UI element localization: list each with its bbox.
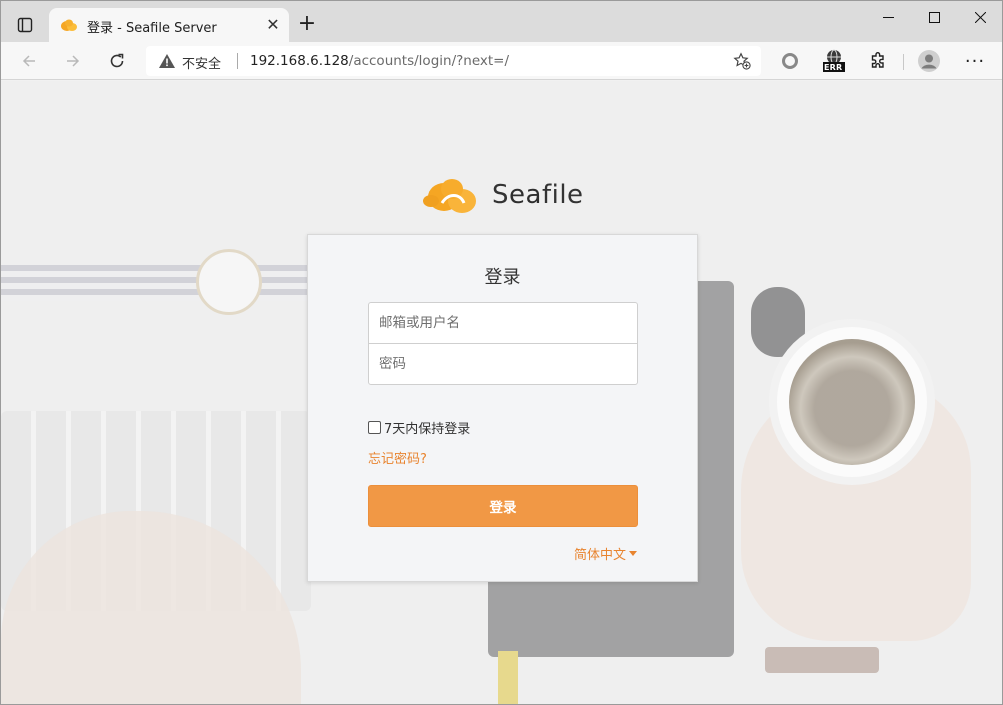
tab-strip: 登录 - Seafile Server ✕ +	[1, 1, 1002, 42]
url-host: 192.168.6.128	[250, 53, 349, 69]
reload-button[interactable]	[102, 46, 132, 76]
remember-me[interactable]: 7天内保持登录	[368, 418, 470, 437]
tab-actions-button[interactable]	[9, 10, 41, 40]
background-watch	[196, 249, 262, 315]
extension-err-button[interactable]: ERR	[821, 48, 847, 74]
background-watch-strap	[1, 265, 321, 301]
language-label[interactable]: 简体中文	[574, 544, 626, 563]
seafile-cloud-icon	[423, 179, 476, 213]
extension-circle-button[interactable]	[777, 48, 803, 74]
forgot-password-link[interactable]: 忘记密码?	[368, 448, 427, 467]
page-viewport: Seafile 登录 7天内保持登录 忘记密码? 登录 简体中文	[1, 81, 1002, 704]
url-text[interactable]: 192.168.6.128/accounts/login/?next=/	[250, 53, 509, 69]
security-label[interactable]: 不安全	[182, 53, 221, 72]
login-card: 登录 7天内保持登录 忘记密码? 登录 简体中文	[307, 234, 698, 582]
seafile-logo-text: Seafile	[492, 180, 584, 210]
logo-text-prefix: S	[492, 180, 510, 210]
arrow-left-icon	[22, 55, 35, 67]
remember-checkbox[interactable]	[368, 421, 381, 434]
star-add-icon	[733, 52, 751, 70]
tab-active[interactable]: 登录 - Seafile Server ✕	[49, 8, 289, 42]
browser-toolbar: 不安全 192.168.6.128/accounts/login/?next=/	[1, 42, 1002, 80]
tab-title: 登录 - Seafile Server	[87, 21, 217, 36]
login-submit-button[interactable]: 登录	[368, 485, 638, 527]
forward-button[interactable]	[58, 46, 88, 76]
extensions-button[interactable]	[865, 48, 891, 74]
new-tab-button[interactable]: +	[295, 13, 319, 37]
avatar-icon	[918, 50, 940, 72]
more-menu-button[interactable]: ···	[962, 48, 988, 74]
reload-icon	[110, 53, 124, 68]
caret-down-icon[interactable]	[629, 551, 637, 556]
background-coffee	[789, 339, 915, 465]
arrow-right-icon	[67, 55, 80, 67]
window-minimize-button[interactable]	[865, 5, 911, 29]
background-bracelet	[765, 647, 879, 673]
url-path: /accounts/login/?next=/	[348, 53, 510, 69]
password-input[interactable]	[368, 343, 638, 385]
seafile-favicon-icon	[61, 19, 77, 31]
profile-button[interactable]	[916, 48, 942, 74]
warning-icon[interactable]	[158, 53, 176, 69]
window-maximize-button[interactable]	[911, 5, 957, 29]
toolbar-divider	[903, 54, 904, 70]
tab-close-icon[interactable]: ✕	[263, 15, 283, 35]
err-badge-label: ERR	[824, 63, 843, 72]
maximize-icon	[928, 11, 940, 23]
address-bar[interactable]: 不安全 192.168.6.128/accounts/login/?next=/	[146, 46, 761, 76]
window-close-button[interactable]	[957, 5, 1002, 29]
close-icon	[974, 11, 986, 23]
puzzle-icon	[871, 52, 884, 68]
seafile-logo: Seafile	[422, 173, 584, 217]
remember-label[interactable]: 7天内保持登录	[384, 418, 470, 437]
logo-text-middle: ea	[509, 180, 542, 210]
circle-extension-icon	[782, 53, 798, 69]
logo-text-suffix: file	[541, 180, 584, 210]
tab-actions-icon	[17, 17, 33, 33]
language-selector[interactable]: 简体中文	[574, 544, 637, 563]
add-favorite-button[interactable]	[732, 52, 752, 72]
back-button[interactable]	[14, 46, 44, 76]
login-title: 登录	[484, 267, 521, 288]
address-separator	[237, 53, 238, 69]
background-bookmark	[498, 651, 518, 704]
browser-window: 登录 - Seafile Server ✕ + 不安全 192.168.6.12…	[0, 0, 1003, 705]
username-input[interactable]	[368, 302, 638, 344]
minimize-icon	[882, 16, 894, 18]
